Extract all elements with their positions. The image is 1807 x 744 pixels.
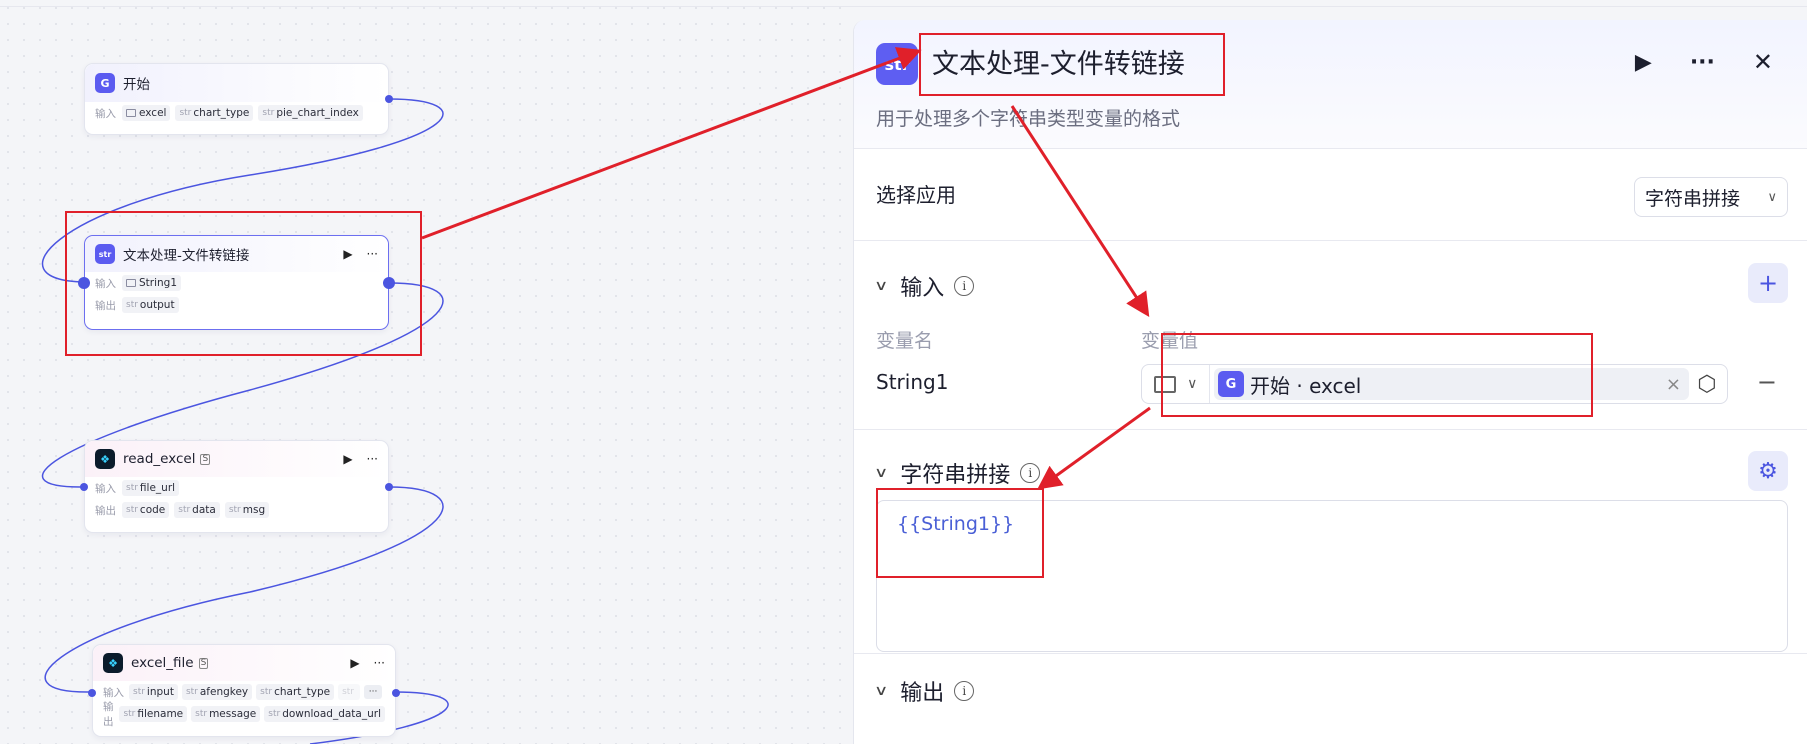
info-icon[interactable]: i [1020,463,1041,483]
output-port[interactable] [385,95,393,103]
output-section-header[interactable]: ∨ 输出 i [874,675,975,707]
param-chip: str message [191,706,261,722]
variable-picker-icon[interactable]: ⬡ [1693,372,1721,397]
info-icon[interactable]: i [954,276,975,296]
node-title: excel_file [131,655,194,671]
param-chip: str pie_chart_index [258,105,363,121]
param-chip: str afengkey [181,684,253,700]
close-icon[interactable]: ✕ [1753,48,1773,76]
run-icon[interactable]: ▶ [1635,50,1652,75]
param-chip: str filename [119,706,188,722]
input-label: 输入 [95,107,116,120]
clear-icon[interactable]: × [1666,374,1681,395]
selected-app: 字符串拼接 [1645,187,1741,210]
param-chip: str file_url [122,480,180,496]
param-chip: str data [174,502,220,518]
node-actions: ▶ ··· [343,452,378,466]
more-params-button[interactable]: ··· [364,685,383,699]
node-input-row: 输入 str file_url [85,477,388,499]
add-input-button[interactable]: + [1748,263,1788,303]
input-port[interactable] [80,483,88,491]
param-chip: str chart_type [175,105,254,121]
input-section-header[interactable]: ∨ 输入 i [874,270,975,302]
node-read-excel[interactable]: ❖ read_excel S ▶ ··· 输入 str file_url 输出 s… [80,440,393,533]
store-badge: S [200,453,211,465]
node-input-row: 输入 str input str afengkey str chart_type st… [93,681,395,703]
node-header: ❖ read_excel S ▶ ··· [85,441,388,477]
remove-variable-button[interactable]: − [1757,368,1777,396]
input-label: 输入 [95,482,116,495]
column-header-name: 变量名 [876,330,934,352]
output-port[interactable] [385,483,393,491]
annotation-box-title [919,33,1225,96]
node-output-row: 输出 str code str data str msg [85,499,388,521]
plugin-icon: ❖ [103,653,123,673]
input-section-title: 输入 [900,276,945,301]
concat-section-title: 字符串拼接 [900,463,1011,488]
param-chip: excel [122,105,171,121]
run-icon[interactable]: ▶ [343,452,352,466]
node-actions: ▶ ··· [350,656,385,670]
node-start[interactable]: G 开始 输入 excel str chart_type str pie_chart… [84,63,393,135]
output-section-title: 输出 [900,681,945,706]
node-title: 开始 [123,77,150,93]
more-icon[interactable]: ··· [367,452,378,466]
node-excel-file[interactable]: ❖ excel_file S ▶ ··· 输入 str input str afen… [88,644,400,737]
more-icon[interactable]: ··· [374,656,385,670]
input-label: 输入 [103,686,124,699]
folder-icon [126,109,136,117]
param-chip: str [338,684,361,700]
more-icon[interactable]: ··· [1690,50,1715,75]
param-chip: str code [122,502,170,518]
node-header: G 开始 [85,64,388,102]
settings-button[interactable]: ⚙ [1748,451,1788,491]
input-port[interactable] [88,689,96,697]
start-icon: G [95,73,115,93]
app-select-dropdown[interactable]: 字符串拼接 ∨ [1634,177,1788,217]
plugin-icon: ❖ [95,449,115,469]
output-label: 输出 [95,504,116,517]
output-label: 输出 [103,701,114,728]
annotation-box-node [65,211,422,356]
annotation-box-value [1161,333,1593,417]
param-chip: str download_data_url [264,706,385,722]
select-app-label: 选择应用 [876,183,956,207]
param-chip: str chart_type [256,684,335,700]
select-app-section: 选择应用 字符串拼接 ∨ [854,149,1807,241]
param-chip: str msg [224,502,270,518]
output-port[interactable] [392,689,400,697]
info-icon[interactable]: i [954,681,975,701]
store-badge: S [198,657,209,669]
chevron-down-icon[interactable]: ∨ [874,465,888,481]
panel-actions: ▶ ··· ✕ [1635,48,1773,76]
str-icon: str [876,43,918,85]
concat-section-header[interactable]: ∨ 字符串拼接 i [874,457,1041,489]
param-chip: str input [129,684,178,700]
chevron-down-icon[interactable]: ∨ [874,683,888,699]
panel-description: 用于处理多个字符串类型变量的格式 [876,108,1181,130]
chevron-down-icon[interactable]: ∨ [874,278,888,294]
node-output-row: 输出 str filename str message str download_da… [93,701,395,728]
node-title: read_excel [123,451,196,467]
output-section: ∨ 输出 i [854,654,1807,714]
node-header: ❖ excel_file S ▶ ··· [93,645,395,681]
run-icon[interactable]: ▶ [350,656,359,670]
annotation-box-template [876,488,1044,578]
node-input-row: 输入 excel str chart_type str pie_chart_inde… [85,102,388,124]
variable-name: String1 [876,370,949,394]
gear-icon: ⚙ [1758,458,1778,484]
chevron-down-icon: ∨ [1767,189,1777,205]
